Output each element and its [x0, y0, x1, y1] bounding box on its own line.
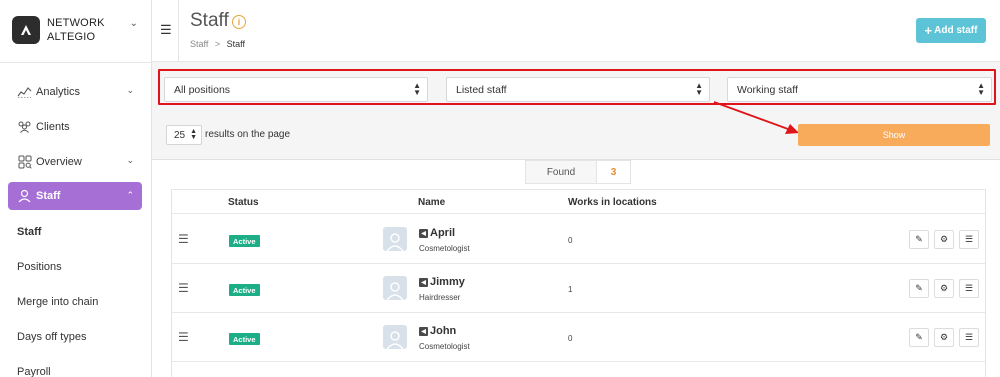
- results-per-page-label: results on the page: [205, 129, 291, 140]
- staff-table: Status Name Works in locations ☰ Active …: [171, 189, 986, 377]
- list-icon[interactable]: ☰: [959, 328, 979, 347]
- found-summary: Found 3: [152, 160, 1000, 184]
- divider: [0, 62, 152, 63]
- page-header: ☰ Staff i Staff > Staff + Add staff: [152, 0, 1000, 62]
- list-icon[interactable]: ☰: [959, 279, 979, 298]
- brand-switcher[interactable]: NETWORK ALTEGIO ⌄: [12, 14, 142, 46]
- sidebar-item-clients[interactable]: Clients: [8, 109, 142, 144]
- avatar: [383, 325, 407, 349]
- sidebar-item-label: Analytics: [36, 85, 81, 98]
- row-actions: ✎ ⚙ ☰: [909, 328, 979, 347]
- column-header-works: Works in locations: [568, 197, 657, 208]
- staff-position: Hairdresser: [419, 293, 461, 302]
- works-in-locations: 1: [568, 285, 573, 294]
- sidebar-item-overview[interactable]: Overview ⌄: [8, 144, 142, 179]
- sidebar-item-label: Staff: [36, 190, 61, 202]
- subnav-item-staff[interactable]: Staff: [8, 214, 142, 249]
- altegio-logo-icon: [12, 16, 40, 44]
- staff-position: Cosmetologist: [419, 244, 470, 253]
- sidebar-item-analytics[interactable]: Analytics ⌄: [8, 74, 142, 109]
- sidebar-item-label: Overview: [36, 155, 82, 168]
- avatar: [383, 276, 407, 300]
- drag-handle-icon[interactable]: ☰: [178, 330, 189, 344]
- overview-icon: [17, 154, 32, 169]
- drag-handle-icon[interactable]: ☰: [178, 232, 189, 246]
- table-row[interactable]: ☰ Active ◀ April Cosmetologist 0 ✎ ⚙ ☰: [172, 215, 985, 264]
- status-badge: Active: [229, 284, 260, 296]
- row-actions: ✎ ⚙ ☰: [909, 230, 979, 249]
- link-icon: ◀: [419, 277, 428, 287]
- staff-position: Cosmetologist: [419, 342, 470, 351]
- subnav-item-merge-into-chain[interactable]: Merge into chain: [8, 284, 142, 319]
- edit-pencil-icon[interactable]: ✎: [909, 230, 929, 249]
- staff-name[interactable]: ◀ April: [419, 227, 455, 239]
- avatar: [383, 227, 407, 251]
- breadcrumb-root[interactable]: Staff: [190, 39, 208, 49]
- analytics-icon: [17, 84, 32, 99]
- sidebar-nav: Analytics ⌄ Clients Overview ⌄ Staff ⌃ S…: [8, 74, 142, 377]
- add-staff-label: Add staff: [934, 25, 978, 36]
- results-per-page-select[interactable]: 25 ▲ ▼: [166, 125, 202, 145]
- staff-name[interactable]: ◀ Jimmy: [419, 276, 465, 288]
- status-badge: Active: [229, 333, 260, 345]
- staff-name[interactable]: ◀ John: [419, 325, 456, 337]
- settings-gear-icon[interactable]: ⚙: [934, 328, 954, 347]
- subnav-item-payroll[interactable]: Payroll: [8, 354, 142, 377]
- table-header: Status Name Works in locations: [172, 190, 985, 214]
- chevron-down-icon: ⌄: [126, 155, 134, 165]
- sidebar-item-staff[interactable]: Staff ⌃: [8, 182, 142, 210]
- column-header-name: Name: [418, 197, 446, 208]
- select-arrows-icon: ▲ ▼: [190, 128, 197, 141]
- chevron-up-icon: ⌃: [126, 190, 134, 200]
- link-icon: ◀: [419, 228, 428, 238]
- sidebar: NETWORK ALTEGIO ⌄ Analytics ⌄ Clients Ov…: [0, 0, 152, 377]
- edit-pencil-icon[interactable]: ✎: [909, 279, 929, 298]
- hamburger-menu-icon[interactable]: ☰: [160, 22, 172, 38]
- works-in-locations: 0: [568, 334, 573, 343]
- add-staff-button[interactable]: + Add staff: [916, 18, 986, 43]
- settings-gear-icon[interactable]: ⚙: [934, 230, 954, 249]
- link-icon: ◀: [419, 326, 428, 336]
- chevron-down-icon[interactable]: ⌄: [130, 18, 138, 29]
- table-row[interactable]: ☰ Active ◀ John Cosmetologist 0 ✎ ⚙ ☰: [172, 313, 985, 362]
- filter-panel: All positions ▲ ▼ Listed staff ▲ ▼ Working…: [152, 62, 1000, 160]
- edit-pencil-icon[interactable]: ✎: [909, 328, 929, 347]
- list-icon[interactable]: ☰: [959, 230, 979, 249]
- divider: [178, 0, 179, 62]
- column-header-status: Status: [228, 197, 259, 208]
- clients-icon: [17, 119, 32, 134]
- brand-name: NETWORK ALTEGIO: [47, 17, 105, 43]
- found-label: Found: [525, 160, 597, 184]
- page-title: Staff: [190, 10, 229, 31]
- breadcrumb-separator: >: [214, 39, 221, 49]
- breadcrumb-current: Staff: [226, 39, 246, 49]
- status-badge: Active: [229, 235, 260, 247]
- row-actions: ✎ ⚙ ☰: [909, 279, 979, 298]
- table-row[interactable]: ☰ Active ◀ Jimmy Hairdresser 1 ✎ ⚙ ☰: [172, 264, 985, 313]
- chevron-down-icon: ⌄: [126, 85, 134, 95]
- show-button[interactable]: Show: [798, 124, 990, 146]
- results-per-page-value: 25: [174, 129, 186, 141]
- sidebar-item-label: Clients: [36, 120, 70, 133]
- works-in-locations: 0: [568, 236, 573, 245]
- settings-gear-icon[interactable]: ⚙: [934, 279, 954, 298]
- plus-icon: +: [924, 22, 933, 38]
- info-icon[interactable]: i: [232, 15, 246, 29]
- staff-icon: [17, 189, 32, 204]
- subnav-item-positions[interactable]: Positions: [8, 249, 142, 284]
- drag-handle-icon[interactable]: ☰: [178, 281, 189, 295]
- breadcrumb: Staff > Staff: [190, 39, 245, 49]
- subnav-item-days-off-types[interactable]: Days off types: [8, 319, 142, 354]
- found-count: 3: [597, 160, 631, 184]
